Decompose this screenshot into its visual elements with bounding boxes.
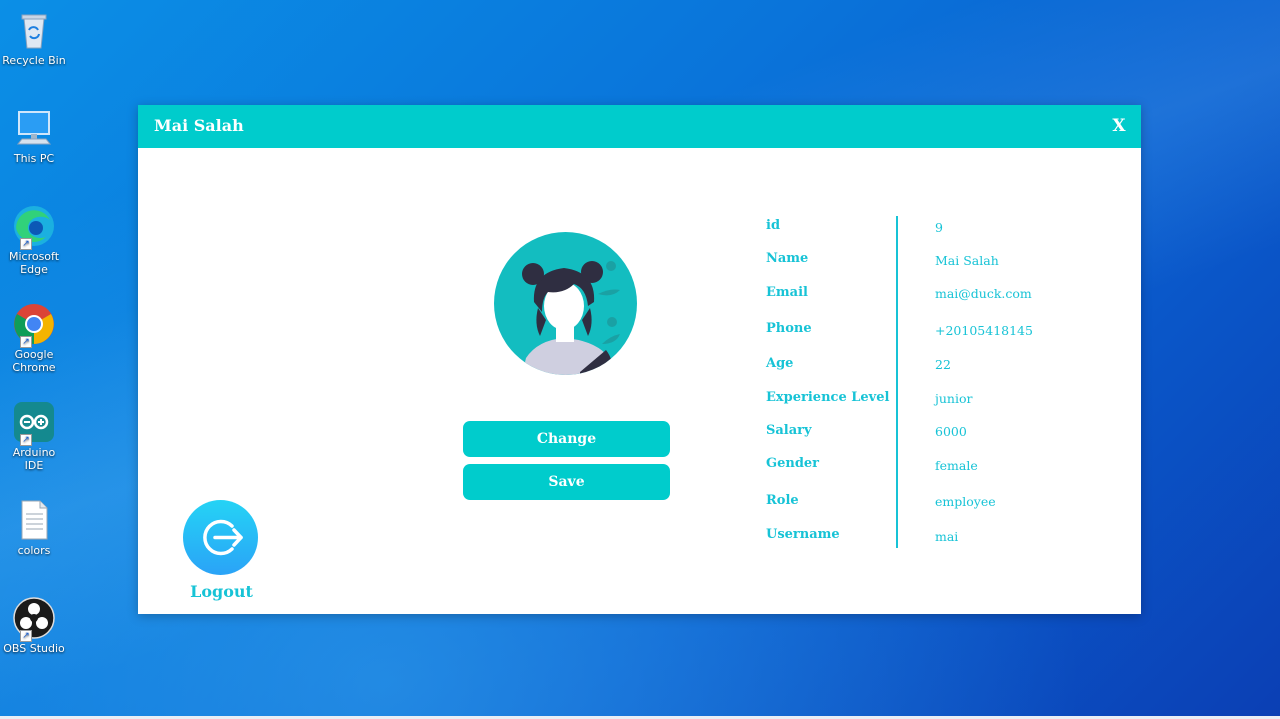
shortcut-arrow-icon: ↗ — [20, 336, 32, 348]
field-label-role: Role — [766, 493, 799, 508]
field-label-name: Name — [766, 251, 809, 266]
desktop-icon-label: colors — [17, 544, 51, 557]
desktop-icon-arduino[interactable]: ↗ Arduino IDE — [2, 400, 66, 472]
desktop-icon-label: Arduino IDE — [12, 446, 56, 472]
field-label-age: Age — [766, 356, 794, 371]
window-titlebar[interactable]: Mai Salah X — [138, 105, 1141, 148]
window-title: Mai Salah — [154, 116, 244, 135]
field-label-gender: Gender — [766, 456, 820, 471]
field-value-name: Mai Salah — [935, 253, 999, 268]
field-value-phone: +20105418145 — [935, 323, 1033, 338]
shortcut-arrow-icon: ↗ — [20, 434, 32, 446]
field-value-email: mai@duck.com — [935, 286, 1032, 301]
desktop-icon-obs[interactable]: ↗ OBS Studio — [2, 596, 66, 655]
field-label-username: Username — [766, 527, 840, 542]
field-label-experience-level: Experience Level — [766, 390, 890, 405]
details-divider — [896, 216, 898, 548]
field-value-username: mai — [935, 529, 959, 544]
desktop-icon-label: This PC — [13, 152, 55, 165]
field-value-id: 9 — [935, 220, 943, 235]
recycle-bin-icon — [12, 8, 56, 52]
save-button[interactable]: Save — [463, 464, 670, 500]
field-label-id: id — [766, 218, 781, 233]
change-button[interactable]: Change — [463, 421, 670, 457]
desktop-icon-label: OBS Studio — [3, 642, 65, 655]
arduino-icon: ↗ — [12, 400, 56, 446]
logout-arrow-icon — [203, 519, 243, 556]
user-avatar-icon — [494, 232, 637, 375]
desktop-icon-label: Recycle Bin — [2, 54, 66, 67]
logout-button[interactable] — [183, 500, 258, 575]
shortcut-arrow-icon: ↗ — [20, 630, 32, 642]
computer-icon — [12, 106, 56, 150]
desktop-icon-label: Google Chrome — [12, 348, 56, 374]
field-label-email: Email — [766, 285, 808, 300]
desktop-icon-recycle-bin[interactable]: Recycle Bin — [2, 8, 66, 67]
field-value-salary: 6000 — [935, 424, 967, 439]
desktop-icon-label: Microsoft Edge — [8, 250, 60, 276]
field-value-age: 22 — [935, 357, 951, 372]
desktop-icon-colors[interactable]: colors — [2, 498, 66, 557]
text-file-icon — [12, 498, 56, 542]
profile-window: Mai Salah X Change Save Logout id Name E… — [138, 105, 1141, 614]
desktop-icon-this-pc[interactable]: This PC — [2, 106, 66, 165]
logout-label[interactable]: Logout — [178, 582, 265, 601]
field-label-phone: Phone — [766, 321, 812, 336]
field-value-gender: female — [935, 458, 978, 473]
chrome-browser-icon: ↗ — [12, 302, 56, 348]
field-value-experience-level: junior — [935, 391, 973, 406]
field-label-salary: Salary — [766, 423, 812, 438]
edge-browser-icon: ↗ — [12, 204, 56, 250]
shortcut-arrow-icon: ↗ — [20, 238, 32, 250]
desktop-icon-edge[interactable]: ↗ Microsoft Edge — [2, 204, 66, 276]
obs-studio-icon: ↗ — [12, 596, 56, 642]
field-value-role: employee — [935, 494, 996, 509]
desktop-icon-chrome[interactable]: ↗ Google Chrome — [2, 302, 66, 374]
close-button[interactable]: X — [1109, 116, 1129, 138]
